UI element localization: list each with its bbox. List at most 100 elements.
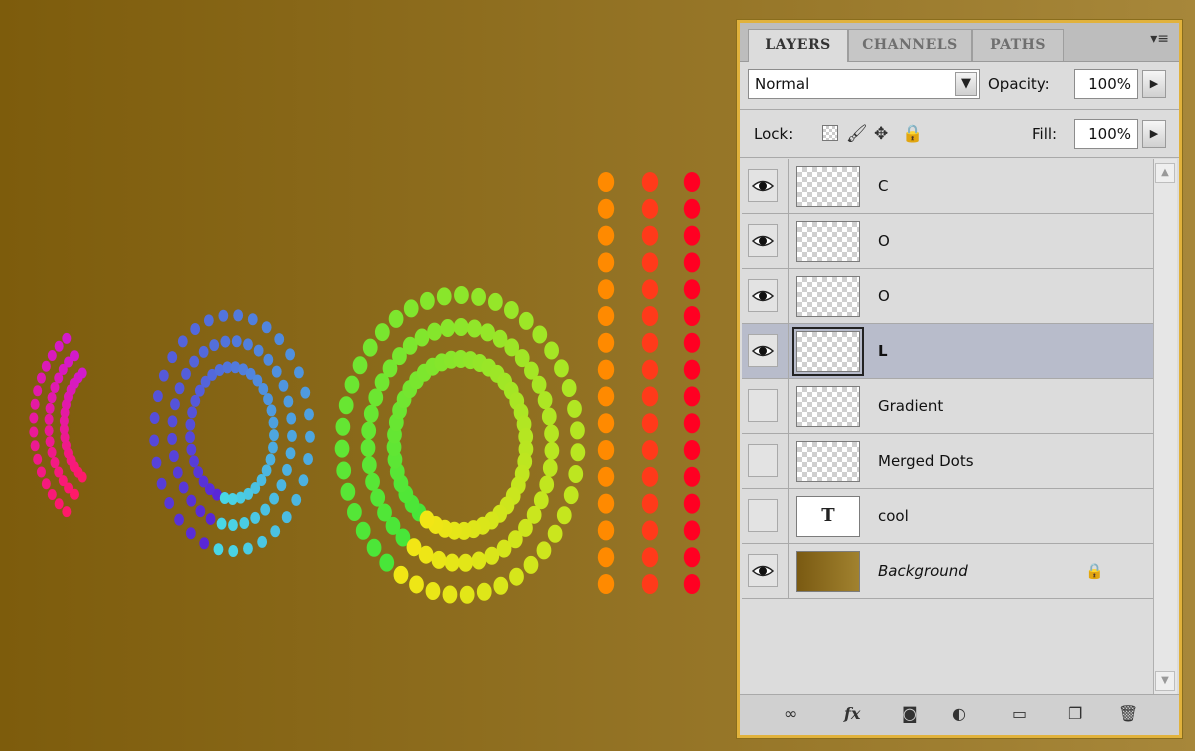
fill-label: Fill: bbox=[1032, 125, 1058, 143]
visibility-toggle[interactable] bbox=[748, 224, 778, 257]
artwork-dot bbox=[281, 511, 292, 524]
artwork-dot bbox=[167, 351, 178, 364]
artwork-dot bbox=[282, 463, 292, 476]
artwork-dot bbox=[199, 537, 210, 550]
artwork-dot bbox=[361, 456, 377, 475]
new-layer-icon[interactable]: ❐ bbox=[1068, 705, 1082, 723]
visibility-toggle[interactable] bbox=[748, 444, 778, 477]
artwork-dot bbox=[263, 353, 274, 366]
artwork-dot bbox=[352, 356, 368, 375]
artwork-dot bbox=[597, 306, 615, 326]
layer-row[interactable]: O bbox=[742, 214, 1154, 269]
artwork-dot bbox=[149, 434, 160, 447]
artwork-dot bbox=[334, 439, 350, 458]
artwork-dot bbox=[209, 339, 220, 352]
layer-row[interactable]: Merged Dots bbox=[742, 434, 1154, 489]
artwork-dot bbox=[531, 375, 547, 394]
artwork-dot bbox=[44, 425, 54, 437]
artwork-dot bbox=[366, 538, 382, 557]
lock-transparent-icon[interactable] bbox=[822, 125, 838, 141]
tab-layers[interactable]: LAYERS bbox=[748, 29, 848, 62]
opacity-slider-arrow-icon[interactable]: ▶ bbox=[1142, 70, 1166, 98]
artwork-dot bbox=[250, 511, 261, 524]
layer-mask-icon[interactable]: ◙ bbox=[902, 705, 918, 723]
trash-icon[interactable]: 🗑 bbox=[1118, 705, 1138, 723]
layer-row[interactable]: O bbox=[742, 269, 1154, 324]
blend-mode-select[interactable]: Normal ▼ bbox=[748, 69, 980, 99]
artwork-dot bbox=[459, 585, 475, 604]
artwork-dot bbox=[570, 421, 585, 440]
artwork-dot bbox=[151, 456, 162, 469]
lock-all-icon[interactable]: 🔒 bbox=[902, 125, 923, 143]
artwork-dot bbox=[365, 472, 380, 491]
scroll-down-icon[interactable]: ▼ bbox=[1155, 671, 1175, 691]
artwork-dot bbox=[41, 478, 51, 490]
layer-row[interactable]: Background 🔒 bbox=[742, 544, 1154, 599]
artwork-dot bbox=[149, 412, 160, 425]
layers-list[interactable]: C O O L Gradient Merged Dots T cool Back… bbox=[742, 159, 1154, 695]
artwork-dot bbox=[641, 493, 659, 514]
chevron-down-icon[interactable]: ▼ bbox=[955, 72, 977, 96]
artwork-dot bbox=[218, 309, 229, 322]
artwork-dot bbox=[431, 550, 447, 569]
new-group-icon[interactable]: ▭ bbox=[1012, 705, 1027, 723]
artwork-dot bbox=[683, 359, 701, 380]
artwork-dot bbox=[243, 338, 253, 351]
opacity-label: Opacity: bbox=[988, 75, 1050, 93]
artwork-dot bbox=[30, 440, 40, 452]
visibility-toggle[interactable] bbox=[748, 554, 778, 587]
layer-name: Merged Dots bbox=[878, 452, 974, 470]
lock-image-icon[interactable]: 🖌 bbox=[846, 125, 868, 143]
layer-row[interactable]: Gradient bbox=[742, 379, 1154, 434]
visibility-toggle[interactable] bbox=[748, 334, 778, 367]
fill-slider-arrow-icon[interactable]: ▶ bbox=[1142, 120, 1166, 148]
artwork-dot bbox=[283, 395, 294, 408]
artwork-dot bbox=[29, 412, 39, 424]
artwork-dot bbox=[504, 300, 519, 319]
layer-row-selected[interactable]: L bbox=[742, 324, 1154, 379]
artwork-dot bbox=[454, 286, 469, 305]
artwork-dot bbox=[285, 447, 296, 460]
artwork-dot bbox=[355, 521, 371, 540]
text-layer-thumbnail: T bbox=[796, 496, 860, 537]
layer-row[interactable]: T cool bbox=[742, 489, 1154, 544]
visibility-toggle[interactable] bbox=[748, 499, 778, 532]
lock-position-icon[interactable]: ✥ bbox=[874, 125, 888, 143]
artwork-dot bbox=[597, 359, 615, 380]
link-layers-icon[interactable]: ∞ bbox=[784, 705, 797, 723]
artwork-dot bbox=[47, 392, 57, 404]
panel-menu-icon[interactable]: ▾≡ bbox=[1150, 31, 1169, 47]
artwork-dot bbox=[476, 582, 492, 601]
artwork-dot bbox=[641, 332, 659, 353]
artwork-dot bbox=[641, 386, 659, 407]
adjustment-layer-icon[interactable]: ◐ bbox=[952, 705, 966, 723]
artwork-dot bbox=[683, 547, 701, 568]
visibility-toggle[interactable] bbox=[748, 169, 778, 202]
eye-icon bbox=[751, 233, 775, 247]
artwork-dot bbox=[554, 359, 569, 378]
artwork-dot bbox=[556, 506, 572, 525]
artwork-dot bbox=[641, 172, 659, 192]
tab-paths[interactable]: PATHS bbox=[972, 29, 1064, 61]
artwork-dot bbox=[239, 517, 250, 530]
artwork-dot bbox=[216, 517, 227, 530]
visibility-toggle[interactable] bbox=[748, 279, 778, 312]
layer-thumbnail bbox=[796, 441, 860, 482]
fill-input[interactable]: 100% bbox=[1074, 119, 1138, 149]
artwork-dot bbox=[294, 366, 304, 379]
visibility-toggle[interactable] bbox=[748, 389, 778, 422]
opacity-input[interactable]: 100% bbox=[1074, 69, 1138, 99]
layer-row[interactable]: C bbox=[742, 159, 1154, 214]
scroll-up-icon[interactable]: ▲ bbox=[1155, 163, 1175, 183]
artwork-dot bbox=[172, 466, 183, 479]
fx-icon[interactable]: fx bbox=[844, 705, 860, 723]
artwork-dot bbox=[683, 386, 701, 407]
tab-channels[interactable]: CHANNELS bbox=[848, 29, 972, 61]
layers-scrollbar[interactable]: ▲ ▼ bbox=[1153, 159, 1177, 695]
artwork-dot bbox=[47, 488, 57, 500]
divider bbox=[788, 159, 789, 213]
artwork-dot bbox=[484, 546, 500, 565]
layer-name: Gradient bbox=[878, 397, 944, 415]
artwork-dot bbox=[641, 252, 659, 273]
artwork-dot bbox=[570, 443, 586, 462]
